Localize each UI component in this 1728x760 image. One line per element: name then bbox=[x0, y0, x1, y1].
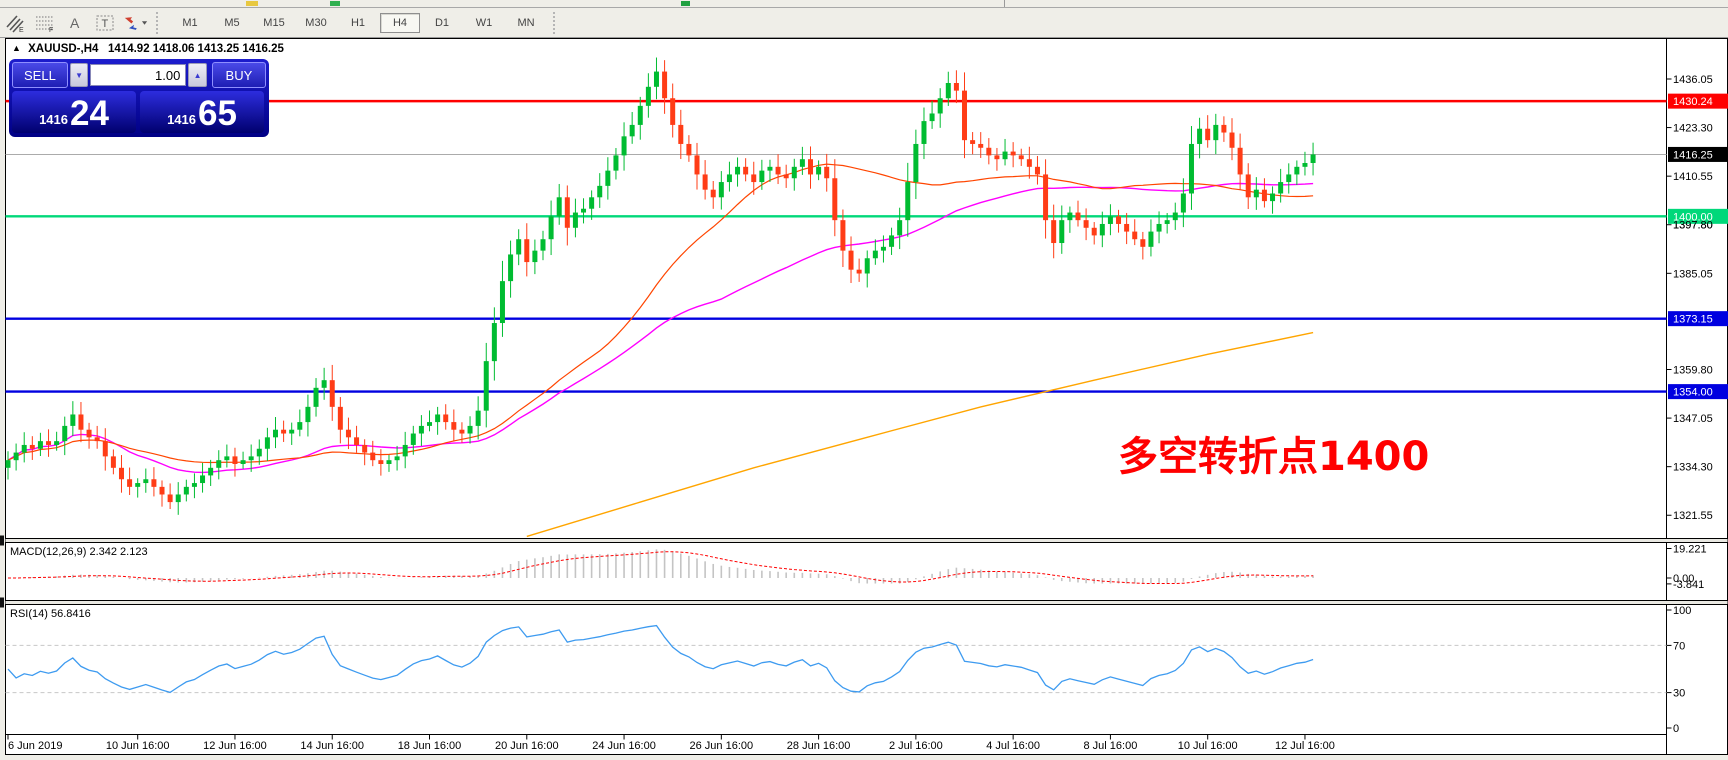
svg-text:19.221: 19.221 bbox=[1673, 543, 1707, 555]
svg-text:8 Jul 16:00: 8 Jul 16:00 bbox=[1084, 740, 1138, 752]
svg-text:6 Jun 2019: 6 Jun 2019 bbox=[8, 740, 62, 752]
svg-text:1359.80: 1359.80 bbox=[1673, 365, 1713, 377]
svg-text:1436.05: 1436.05 bbox=[1673, 74, 1713, 86]
svg-text:-3.841: -3.841 bbox=[1673, 579, 1704, 591]
rsi-label: RSI(14) 56.8416 bbox=[10, 608, 91, 620]
svg-text:18 Jun 16:00: 18 Jun 16:00 bbox=[398, 740, 462, 752]
svg-text:10 Jul 16:00: 10 Jul 16:00 bbox=[1178, 740, 1238, 752]
svg-text:24 Jun 16:00: 24 Jun 16:00 bbox=[592, 740, 656, 752]
price-badge: 1373.15 bbox=[1668, 311, 1728, 326]
svg-text:100: 100 bbox=[1673, 605, 1691, 617]
sell-price-major: 1416 bbox=[39, 112, 68, 127]
svg-text:1373.15: 1373.15 bbox=[1673, 314, 1713, 326]
svg-text:1385.05: 1385.05 bbox=[1673, 268, 1713, 280]
svg-text:4 Jul 16:00: 4 Jul 16:00 bbox=[986, 740, 1040, 752]
volume-decrease-button[interactable]: ▼ bbox=[70, 63, 89, 87]
sell-button[interactable]: SELL bbox=[12, 62, 68, 88]
svg-text:70: 70 bbox=[1673, 640, 1685, 652]
svg-text:14 Jun 16:00: 14 Jun 16:00 bbox=[300, 740, 364, 752]
price-badge: 1354.00 bbox=[1668, 384, 1728, 399]
svg-text:1423.30: 1423.30 bbox=[1673, 123, 1713, 135]
svg-text:1334.30: 1334.30 bbox=[1673, 462, 1713, 474]
svg-text:12 Jul 16:00: 12 Jul 16:00 bbox=[1275, 740, 1335, 752]
svg-text:2 Jul 16:00: 2 Jul 16:00 bbox=[889, 740, 943, 752]
svg-text:30: 30 bbox=[1673, 688, 1685, 700]
svg-text:1321.55: 1321.55 bbox=[1673, 510, 1713, 522]
svg-text:12 Jun 16:00: 12 Jun 16:00 bbox=[203, 740, 267, 752]
svg-text:1416.25: 1416.25 bbox=[1673, 149, 1713, 161]
svg-text:28 Jun 16:00: 28 Jun 16:00 bbox=[787, 740, 851, 752]
collapse-panel-icon[interactable]: ▲ bbox=[12, 43, 21, 53]
macd-label: MACD(12,26,9) 2.342 2.123 bbox=[10, 546, 148, 558]
buy-button[interactable]: BUY bbox=[212, 62, 266, 88]
chart-ohlc-header: ▲ XAUUSD-,H4 1414.92 1418.06 1413.25 141… bbox=[12, 43, 284, 55]
svg-text:1347.05: 1347.05 bbox=[1673, 413, 1713, 425]
ohlc-values: 1414.92 1418.06 1413.25 1416.25 bbox=[108, 43, 284, 55]
one-click-trading-panel: SELL ▼ ▲ BUY 1416 24 1416 65 bbox=[9, 59, 269, 137]
buy-price-major: 1416 bbox=[167, 112, 196, 127]
svg-text:10 Jun 16:00: 10 Jun 16:00 bbox=[106, 740, 170, 752]
sell-price-display[interactable]: 1416 24 bbox=[12, 91, 136, 133]
chart-text-annotation: 多空转折点1400 bbox=[1118, 424, 1429, 482]
sell-price-minor: 24 bbox=[70, 97, 109, 131]
symbol-timeframe: XAUUSD-,H4 bbox=[28, 43, 98, 55]
svg-text:1397.80: 1397.80 bbox=[1673, 220, 1713, 232]
svg-text:1430.24: 1430.24 bbox=[1673, 96, 1713, 108]
price-badge: 1416.25 bbox=[1668, 147, 1728, 162]
svg-text:26 Jun 16:00: 26 Jun 16:00 bbox=[690, 740, 754, 752]
volume-increase-button[interactable]: ▲ bbox=[188, 63, 207, 87]
price-badge: 1430.24 bbox=[1668, 94, 1728, 109]
svg-text:0: 0 bbox=[1673, 723, 1679, 735]
svg-text:1354.00: 1354.00 bbox=[1673, 387, 1713, 399]
svg-text:20 Jun 16:00: 20 Jun 16:00 bbox=[495, 740, 559, 752]
svg-text:1410.55: 1410.55 bbox=[1673, 171, 1713, 183]
buy-price-minor: 65 bbox=[198, 97, 237, 131]
buy-price-display[interactable]: 1416 65 bbox=[140, 91, 264, 133]
volume-input[interactable] bbox=[90, 64, 186, 86]
